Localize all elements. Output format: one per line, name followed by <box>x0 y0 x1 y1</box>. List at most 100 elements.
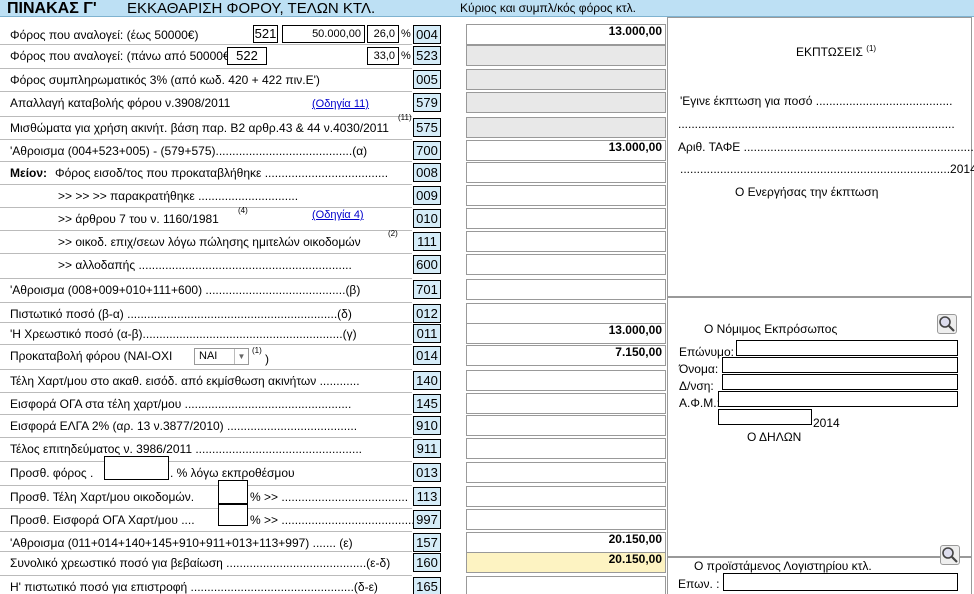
value-013[interactable] <box>466 462 666 483</box>
value-008[interactable] <box>466 162 666 183</box>
search-icon[interactable] <box>937 314 957 334</box>
row-divider <box>0 461 412 462</box>
row-divider <box>0 68 412 69</box>
code-145: 145 <box>413 394 441 413</box>
dilon-label: Ο ΔΗΛΩΝ <box>747 430 802 444</box>
code-157: 157 <box>413 533 441 552</box>
prosth-xart-text: % >> ...................................… <box>250 490 409 504</box>
row-label: Προσθ. φόρος . <box>10 466 94 480</box>
value-145[interactable] <box>466 393 666 414</box>
sup-4: (4) <box>238 206 248 215</box>
value-910[interactable] <box>466 415 666 436</box>
onoma-label: Όνομα: <box>679 362 719 376</box>
pct-522-input[interactable]: 33,0 <box>367 47 399 65</box>
code-575: 575 <box>413 118 441 137</box>
prokatavoli-select[interactable]: ΝΑΙ ▼ <box>194 348 249 365</box>
row-label: Η' πιστωτικό ποσό για επιστροφή ........… <box>10 580 378 594</box>
row-divider <box>0 302 412 303</box>
value-157[interactable]: 20.150,00 <box>466 532 666 553</box>
ekptoseis-label: ΕΚΠΤΩΣΕΙΣ <box>796 45 863 59</box>
value-111[interactable] <box>466 231 666 252</box>
value-600[interactable] <box>466 254 666 275</box>
date-input[interactable] <box>718 409 812 425</box>
epon2-label: Επων. : <box>678 577 720 591</box>
taf-line: Αριθ. ΤΑΦΕ .............................… <box>678 140 974 154</box>
code-523: 523 <box>413 46 441 65</box>
prosth-oga-text: % >> ...................................… <box>250 513 415 527</box>
value-012[interactable] <box>466 303 666 324</box>
code-008: 008 <box>413 163 441 182</box>
value-160[interactable]: 20.150,00 <box>466 552 666 573</box>
chevron-down-icon[interactable]: ▼ <box>234 349 248 364</box>
prokat-close: ) <box>265 352 269 366</box>
table-title: ΠΙΝΑΚΑΣ Γ' <box>7 0 97 17</box>
value-700[interactable]: 13.000,00 <box>466 140 666 161</box>
odigia-4-link[interactable]: (Οδηγία 4) <box>312 209 364 221</box>
prosth-foros-input[interactable] <box>104 456 169 480</box>
prosth-xart-input[interactable] <box>218 480 248 504</box>
value-140[interactable] <box>466 370 666 391</box>
table-subtitle: ΕΚΚΑΘΑΡΙΣΗ ΦΟΡΟΥ, ΤΕΛΩΝ ΚΤΛ. <box>127 0 376 17</box>
onoma-input[interactable] <box>722 357 958 373</box>
value-523[interactable] <box>466 45 666 66</box>
value-701[interactable] <box>466 279 666 300</box>
value-113[interactable] <box>466 486 666 507</box>
code-009: 009 <box>413 186 441 205</box>
row-divider <box>0 207 412 208</box>
pct-521-input[interactable]: 26,0 <box>367 25 399 43</box>
pct-sign: % <box>401 50 411 62</box>
row-label: Προκαταβολή φόρου (ΝΑΙ-ΟΧΙ <box>10 349 173 363</box>
select-value: ΝΑΙ <box>199 350 218 362</box>
odigia-11-link[interactable]: (Οδηγία 11) <box>312 98 369 110</box>
code-111: 111 <box>413 232 441 251</box>
proist-label: Ο προϊστάμενος Λογιστηρίου κτλ. <box>694 559 872 573</box>
row-divider <box>0 322 412 323</box>
row-label: Φόρος που αναλογεί: (πάνω από 50000€) <box>10 49 234 63</box>
row-label: >> αλλοδαπής ...........................… <box>58 258 352 272</box>
eponymo-input[interactable] <box>736 340 958 356</box>
value-005[interactable] <box>466 69 666 90</box>
row-divider <box>0 344 412 345</box>
row-divider <box>0 253 412 254</box>
column-header: Κύριος και συμπλ/κός φόρος κτλ. <box>460 1 636 15</box>
row-label: Προσθ. Τέλη Χαρτ/μου οικοδομών. <box>10 490 195 504</box>
code-521: 521 <box>253 25 278 43</box>
value-579[interactable] <box>466 92 666 113</box>
row-divider <box>0 551 412 552</box>
epon2-input[interactable] <box>723 573 958 591</box>
search-icon[interactable] <box>940 545 960 565</box>
prosth-oga-input[interactable] <box>218 504 248 526</box>
sup-1: (1) <box>252 346 262 355</box>
row-label: Πιστωτικό ποσό (β-α) ...................… <box>10 307 352 321</box>
row-divider <box>0 485 412 486</box>
row-divider <box>0 437 412 438</box>
row-label: Εισφορά ΟΓΑ στα τέλη χαρτ/μου ..........… <box>10 397 352 411</box>
value-010[interactable] <box>466 208 666 229</box>
value-004[interactable]: 13.000,00 <box>466 24 666 45</box>
row-label: 'Η Χρεωστικό ποσό (α-β).................… <box>10 327 357 341</box>
code-600: 600 <box>413 255 441 274</box>
value-011[interactable]: 13.000,00 <box>466 323 666 344</box>
row-label: Συνολικό χρεωστικό ποσό για βεβαίωση ...… <box>10 556 391 570</box>
value-575[interactable] <box>466 117 666 138</box>
form-header: ΠΙΝΑΚΑΣ Γ' ΕΚΚΑΘΑΡΙΣΗ ΦΟΡΟΥ, ΤΕΛΩΝ ΚΤΛ. … <box>0 0 974 17</box>
value-997[interactable] <box>466 509 666 530</box>
row-label: >> άρθρου 7 του ν. 1160/1981 <box>58 212 219 226</box>
value-009[interactable] <box>466 185 666 206</box>
value-165[interactable] <box>466 576 666 594</box>
tax-form-page: ΠΙΝΑΚΑΣ Γ' ΕΚΚΑΘΑΡΙΣΗ ΦΟΡΟΥ, ΤΕΛΩΝ ΚΤΛ. … <box>0 0 974 594</box>
row-label: Τέλη Χαρτ/μου στο ακαθ. εισόδ. από εκμίσ… <box>10 374 360 388</box>
code-522: 522 <box>227 47 267 65</box>
value-911[interactable] <box>466 438 666 459</box>
dnsi-input[interactable] <box>722 374 958 390</box>
dnsi-label: Δ/νση: <box>679 379 714 393</box>
code-165: 165 <box>413 577 441 594</box>
afm-input[interactable] <box>718 391 958 407</box>
amount-521-input[interactable]: 50.000,00 <box>282 25 365 43</box>
code-911: 911 <box>413 439 441 458</box>
value-014[interactable]: 7.150,00 <box>466 345 666 366</box>
row-label: Φόρος που αναλογεί: (έως 50000€) <box>10 28 199 42</box>
code-579: 579 <box>413 93 441 112</box>
code-005: 005 <box>413 70 441 89</box>
row-label: Προσθ. Εισφορά ΟΓΑ Χαρτ/μου .... <box>10 513 195 527</box>
